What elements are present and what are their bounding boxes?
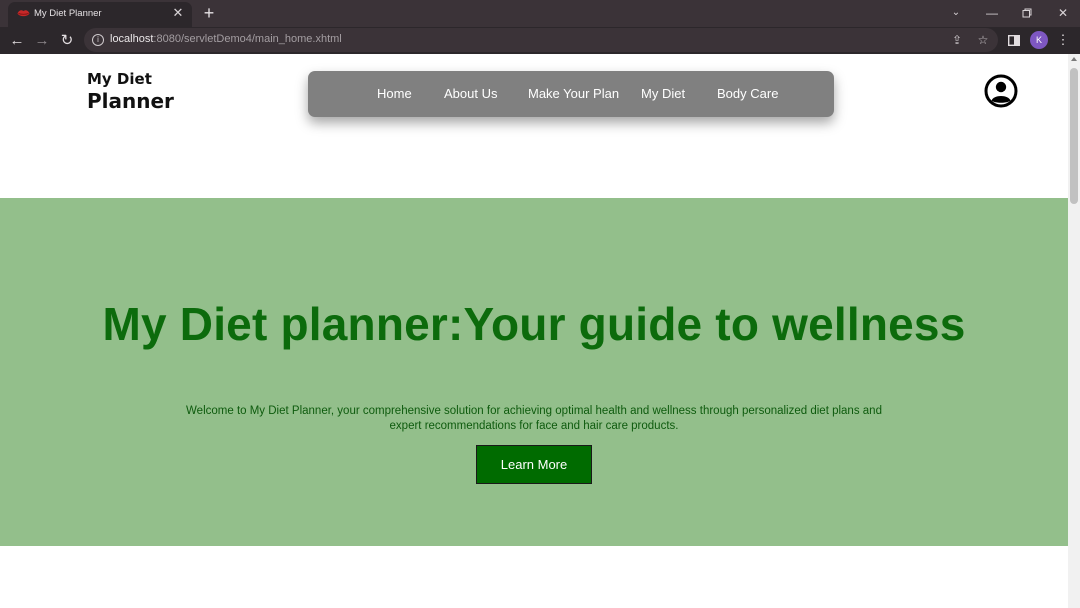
plus-icon[interactable]: + — [199, 3, 219, 23]
hero-description-line-2: expert recommendations for face and hair… — [389, 419, 679, 432]
brand-line-2: Planner — [87, 89, 174, 113]
chevron-down-icon[interactable]: ⌄ — [946, 3, 966, 23]
learn-more-button[interactable]: Learn More — [476, 445, 592, 484]
nav-about-us[interactable]: About Us — [444, 86, 497, 101]
user-circle-icon[interactable] — [984, 74, 1018, 108]
close-icon[interactable]: ✕ — [1053, 3, 1073, 23]
nav-home[interactable]: Home — [377, 86, 412, 101]
share-icon[interactable]: ⇪ — [948, 31, 966, 49]
hero-description-line-1: Welcome to My Diet Planner, your compreh… — [186, 405, 882, 417]
reload-icon[interactable]: ↻ — [56, 30, 78, 52]
hero-description: Welcome to My Diet Planner, your compreh… — [184, 404, 884, 433]
address-bar[interactable]: i localhost:8080/servletDemo4/main_home.… — [84, 28, 998, 52]
back-arrow-icon[interactable]: ← — [6, 30, 28, 52]
scrollbar[interactable] — [1068, 54, 1080, 608]
main-navbar: Home About Us Make Your Plan My Diet Bod… — [308, 71, 834, 117]
kebab-menu-icon[interactable]: ⋮ — [1055, 30, 1071, 50]
hero-title: My Diet planner:Your guide to wellness — [102, 298, 966, 350]
close-icon[interactable]: ✕ — [170, 5, 186, 21]
brand-logo[interactable]: My Diet Planner — [87, 70, 174, 113]
info-icon[interactable]: i — [92, 34, 104, 46]
star-icon[interactable]: ☆ — [974, 31, 992, 49]
url-text[interactable]: localhost:8080/servletDemo4/main_home.xh… — [110, 33, 342, 45]
hero-section: My Diet planner:Your guide to wellness W… — [0, 198, 1068, 546]
browser-tab[interactable]: My Diet Planner ✕ — [8, 2, 192, 27]
restore-icon[interactable] — [1017, 3, 1037, 23]
minimize-icon[interactable]: — — [982, 3, 1002, 23]
browser-toolbar: ← → ↻ i localhost:8080/servletDemo4/main… — [0, 27, 1080, 54]
scroll-up-arrow-icon[interactable] — [1071, 57, 1077, 61]
side-panel-icon[interactable] — [1003, 30, 1025, 52]
page-viewport: My Diet Planner Home About Us Make Your … — [0, 54, 1080, 608]
tab-title: My Diet Planner — [34, 8, 102, 19]
nav-body-care[interactable]: Body Care — [717, 86, 778, 101]
forward-arrow-icon[interactable]: → — [31, 30, 53, 52]
nav-my-diet[interactable]: My Diet — [641, 86, 685, 101]
scrollbar-thumb[interactable] — [1070, 68, 1078, 204]
lips-favicon-icon — [17, 10, 30, 17]
avatar[interactable]: K — [1030, 31, 1048, 49]
brand-line-1: My Diet — [87, 70, 152, 88]
browser-tab-bar: My Diet Planner ✕ + ⌄ — ✕ — [0, 0, 1080, 27]
nav-make-your-plan[interactable]: Make Your Plan — [528, 86, 619, 101]
